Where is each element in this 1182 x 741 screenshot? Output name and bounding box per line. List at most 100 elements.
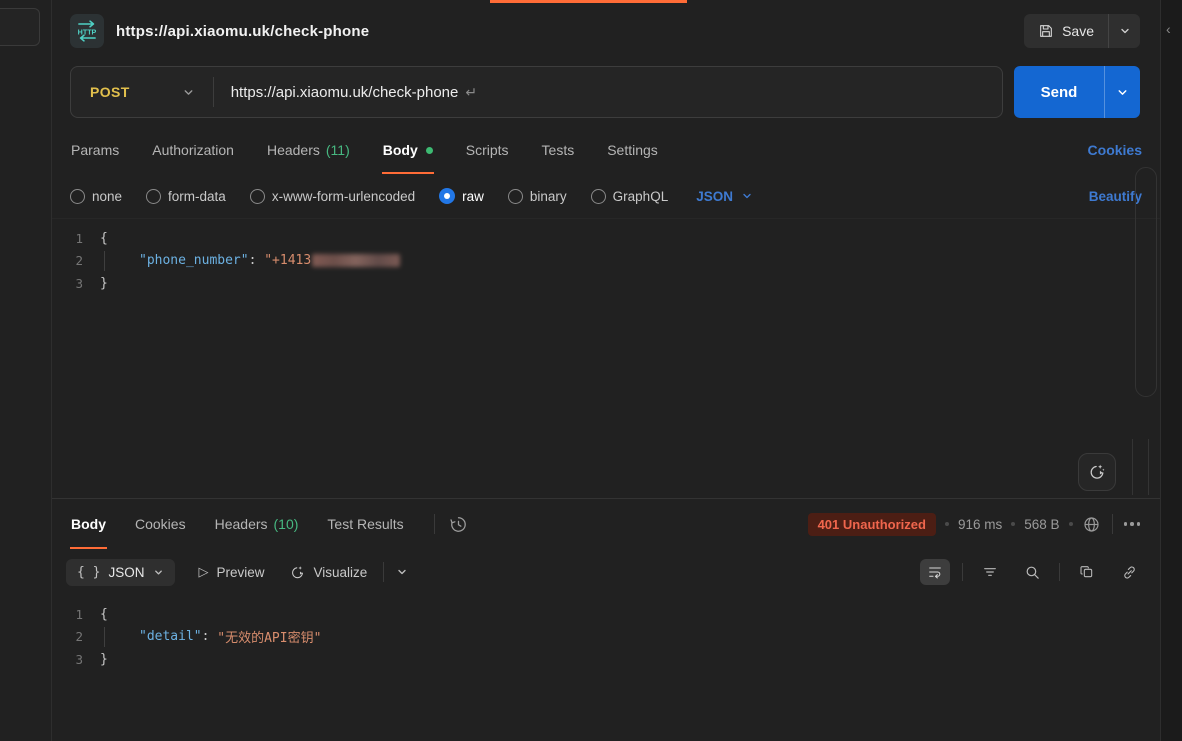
json-key: "detail": [139, 629, 202, 644]
share-link-button[interactable]: [1114, 559, 1144, 585]
response-tab-body[interactable]: Body: [70, 499, 107, 549]
preview-button[interactable]: ▷ Preview: [199, 564, 265, 580]
divider: [1112, 514, 1113, 534]
filter-icon: [982, 564, 998, 580]
svg-text:HTTP: HTTP: [78, 28, 97, 36]
radio-icon[interactable]: [591, 189, 606, 204]
bodytype-none[interactable]: none: [70, 189, 122, 204]
sidebar-partial-tab[interactable]: [0, 8, 40, 46]
copy-button[interactable]: [1072, 559, 1102, 585]
response-toolbar: { } JSON ▷ Preview Visualize: [52, 549, 1160, 595]
tab-authorization[interactable]: Authorization: [151, 126, 235, 174]
code-line: 3 }: [52, 272, 1160, 295]
postbot-icon: [1087, 462, 1107, 482]
response-size[interactable]: 568 B: [1024, 517, 1059, 532]
tab-headers[interactable]: Headers(11): [266, 126, 351, 174]
radio-selected-icon[interactable]: [439, 188, 455, 204]
send-button[interactable]: Send: [1014, 66, 1140, 118]
url-input-box[interactable]: POST https://api.xiaomu.uk/check-phone ↵: [70, 66, 1003, 118]
wrap-text-button[interactable]: [920, 559, 950, 585]
bodytype-binary[interactable]: binary: [508, 189, 567, 204]
tab-scripts[interactable]: Scripts: [465, 126, 510, 174]
editor-scrollbar[interactable]: [1135, 167, 1157, 397]
tab-tests[interactable]: Tests: [541, 126, 576, 174]
line-number: 2: [52, 629, 100, 644]
http-method-icon: HTTP: [70, 14, 104, 48]
response-format-selector[interactable]: { } JSON: [66, 559, 175, 586]
request-body-editor[interactable]: 1 { 2 "phone_number": "+1413 3 }: [52, 218, 1160, 498]
scrollbar-track-line: [1148, 439, 1149, 495]
separator-dot: [1069, 522, 1073, 526]
line-number: 1: [52, 607, 100, 622]
line-number: 1: [52, 231, 100, 246]
bodytype-urlencoded[interactable]: x-www-form-urlencoded: [250, 189, 415, 204]
collapse-arrow-icon[interactable]: ‹: [1166, 22, 1171, 36]
chevron-down-icon: [396, 566, 408, 578]
link-icon: [1121, 564, 1138, 581]
response-tab-cookies[interactable]: Cookies: [134, 499, 187, 549]
indent-guide: [104, 251, 105, 271]
visualize-sparkle-icon: [289, 564, 306, 581]
enter-hint: ↵: [465, 84, 477, 101]
chevron-down-icon: [153, 567, 164, 578]
response-time[interactable]: 916 ms: [958, 517, 1002, 532]
right-sidebar-strip: ‹: [1160, 0, 1182, 741]
url-input[interactable]: https://api.xiaomu.uk/check-phone: [231, 84, 459, 101]
wrap-text-icon: [927, 564, 943, 580]
radio-icon[interactable]: [70, 189, 85, 204]
tab-body[interactable]: Body: [382, 126, 434, 174]
search-icon: [1024, 564, 1041, 581]
request-header-bar: HTTP https://api.xiaomu.uk/check-phone S…: [52, 0, 1160, 62]
save-options-caret[interactable]: [1108, 14, 1140, 48]
response-status-bar: 401 Unauthorized 916 ms 568 B: [808, 513, 1140, 536]
cookies-link[interactable]: Cookies: [1088, 142, 1142, 158]
response-tab-headers[interactable]: Headers(10): [214, 499, 300, 549]
visualize-button[interactable]: Visualize: [289, 564, 368, 581]
json-key: "phone_number": [139, 253, 249, 268]
more-options-button[interactable]: [1124, 522, 1141, 526]
tab-params[interactable]: Params: [70, 126, 120, 174]
play-icon: ▷: [199, 564, 209, 580]
line-number: 3: [52, 276, 100, 291]
response-toolbar-right: [920, 559, 1144, 585]
indent-guide: [104, 627, 105, 647]
radio-icon[interactable]: [250, 189, 265, 204]
bodytype-raw[interactable]: raw: [439, 188, 484, 204]
left-sidebar-strip: [0, 0, 52, 741]
beautify-link[interactable]: Beautify: [1089, 189, 1142, 204]
save-button-main[interactable]: Save: [1024, 14, 1108, 48]
bodytype-form-data[interactable]: form-data: [146, 189, 226, 204]
save-button[interactable]: Save: [1024, 14, 1140, 48]
status-badge[interactable]: 401 Unauthorized: [808, 513, 936, 536]
search-button[interactable]: [1017, 559, 1047, 585]
line-number: 3: [52, 652, 100, 667]
response-body-viewer[interactable]: 1 { 2 "detail": "无效的API密钥" 3 }: [52, 595, 1160, 741]
app-window: HTTP https://api.xiaomu.uk/check-phone S…: [0, 0, 1182, 741]
request-tabs: Params Authorization Headers(11) Body Sc…: [52, 126, 1160, 174]
response-tab-test-results[interactable]: Test Results: [326, 499, 404, 549]
code-line: 2 "phone_number": "+1413: [52, 250, 1160, 273]
filter-button[interactable]: [975, 559, 1005, 585]
tab-settings[interactable]: Settings: [606, 126, 659, 174]
radio-icon[interactable]: [146, 189, 161, 204]
send-options-caret[interactable]: [1104, 66, 1140, 118]
code-line: 3 }: [52, 648, 1160, 671]
send-label[interactable]: Send: [1014, 66, 1104, 118]
body-modified-dot: [426, 147, 433, 154]
code-line: 1 {: [52, 603, 1160, 626]
method-chevron-down-icon[interactable]: [182, 86, 195, 99]
radio-icon[interactable]: [508, 189, 523, 204]
braces-icon: { }: [77, 565, 100, 580]
network-info-button[interactable]: [1082, 515, 1101, 534]
postbot-button[interactable]: [1078, 453, 1116, 491]
response-history-button[interactable]: [449, 515, 468, 534]
response-panel: Body Cookies Headers(10) Test Results 40…: [52, 498, 1160, 741]
chevron-down-icon: [1119, 25, 1131, 37]
method-selector[interactable]: POST: [71, 84, 130, 100]
globe-icon: [1082, 515, 1101, 534]
bodytype-graphql[interactable]: GraphQL: [591, 189, 669, 204]
language-selector[interactable]: JSON: [696, 189, 753, 204]
visualize-options-caret[interactable]: [396, 566, 408, 578]
line-number: 2: [52, 253, 100, 268]
active-tab-indicator: [490, 0, 687, 3]
